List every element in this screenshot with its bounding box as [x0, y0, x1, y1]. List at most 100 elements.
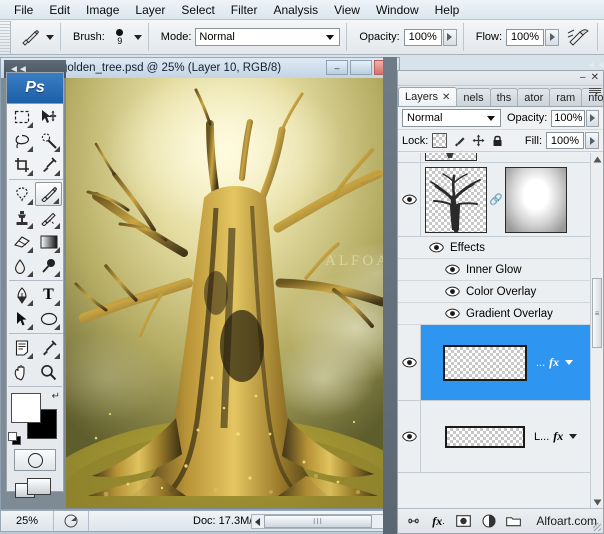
- horizontal-scroll-thumb[interactable]: III: [264, 515, 372, 528]
- add-layer-mask-icon[interactable]: [456, 514, 471, 529]
- airbrush-icon[interactable]: [565, 25, 591, 49]
- link-mask-icon[interactable]: 🔗: [491, 193, 501, 206]
- menu-item-image[interactable]: Image: [78, 1, 127, 19]
- history-brush-tool[interactable]: [35, 206, 62, 230]
- clone-stamp-tool[interactable]: [8, 206, 35, 230]
- table-row[interactable]: 🔗: [398, 163, 603, 237]
- tab-navigator[interactable]: ator: [517, 88, 550, 106]
- expand-effects-arrow[interactable]: [565, 360, 573, 365]
- zoom-level[interactable]: 25%: [1, 511, 54, 531]
- panel-opacity-input[interactable]: 100%: [551, 110, 585, 127]
- layer-name[interactable]: L...: [534, 431, 549, 443]
- adjustment-layer-icon[interactable]: [481, 514, 496, 529]
- flow-input[interactable]: 100%: [506, 29, 544, 46]
- effect-inner-glow-row[interactable]: Inner Glow: [398, 259, 603, 281]
- swap-colors-icon[interactable]: ↵: [52, 391, 60, 402]
- tab-histogram[interactable]: ram: [549, 88, 582, 106]
- close-icon[interactable]: ✕: [442, 92, 450, 103]
- brush-tool[interactable]: [35, 182, 62, 206]
- scroll-thumb[interactable]: ≡: [592, 278, 602, 348]
- menu-item-window[interactable]: Window: [368, 1, 427, 19]
- lock-position-icon[interactable]: [472, 134, 485, 147]
- quick-mask-icon[interactable]: [14, 449, 56, 471]
- menu-item-analysis[interactable]: Analysis: [265, 1, 326, 19]
- layer-fx-icon[interactable]: fx: [553, 429, 563, 444]
- dodge-tool[interactable]: [35, 254, 62, 278]
- panel-close-button[interactable]: ✕: [591, 73, 599, 83]
- layer-visibility-toggle[interactable]: [398, 194, 420, 205]
- notes-tool[interactable]: [8, 336, 35, 360]
- layer-blend-mode-select[interactable]: Normal: [402, 109, 501, 127]
- magic-wand-tool[interactable]: [35, 129, 62, 153]
- tab-paths[interactable]: ths: [490, 88, 519, 106]
- menu-item-layer[interactable]: Layer: [127, 1, 173, 19]
- default-colors-icon[interactable]: [8, 432, 19, 443]
- opacity-slider-button[interactable]: [443, 29, 457, 46]
- effect-gradient-overlay-row[interactable]: Gradient Overlay: [398, 303, 603, 325]
- menu-item-select[interactable]: Select: [173, 1, 222, 19]
- layer-fx-icon[interactable]: fx: [549, 355, 559, 370]
- opacity-input[interactable]: 100%: [404, 29, 442, 46]
- layer-mask-thumbnail[interactable]: [505, 167, 567, 233]
- layer-visibility-toggle[interactable]: [398, 325, 420, 400]
- menu-item-file[interactable]: File: [6, 1, 41, 19]
- scroll-down-arrow[interactable]: [591, 496, 604, 508]
- lock-image-icon[interactable]: [453, 134, 466, 147]
- link-layers-icon[interactable]: [406, 514, 421, 529]
- rectangular-marquee-tool[interactable]: [8, 105, 35, 129]
- panel-menu-icon[interactable]: [589, 88, 601, 93]
- panel-minimize-button[interactable]: –: [580, 73, 586, 83]
- foreground-color-swatch[interactable]: [11, 393, 41, 423]
- maximize-button[interactable]: [350, 60, 372, 75]
- effects-visibility-toggle[interactable]: [398, 242, 450, 253]
- layers-scrollbar[interactable]: ≡: [590, 153, 603, 508]
- layer-thumbnail[interactable]: [425, 153, 477, 161]
- lock-transparency-icon[interactable]: [432, 133, 447, 148]
- menu-item-filter[interactable]: Filter: [223, 1, 266, 19]
- minimize-button[interactable]: –: [326, 60, 348, 75]
- expand-effects-arrow[interactable]: [569, 434, 577, 439]
- healing-brush-tool[interactable]: [8, 182, 35, 206]
- fill-slider-button[interactable]: [585, 132, 599, 149]
- layer-thumbnail[interactable]: [443, 345, 527, 381]
- table-row[interactable]: ... fx: [398, 325, 603, 401]
- fill-input[interactable]: 100%: [546, 132, 584, 149]
- gradient-tool[interactable]: [35, 230, 62, 254]
- effect-visibility-toggle[interactable]: [398, 286, 466, 297]
- blur-tool[interactable]: [8, 254, 35, 278]
- brush-tool-icon[interactable]: [17, 25, 43, 49]
- table-row[interactable]: [398, 153, 603, 163]
- blend-mode-select[interactable]: Normal: [195, 28, 340, 46]
- brush-tool-dropdown-arrow[interactable]: [46, 35, 54, 40]
- flow-slider-button[interactable]: [545, 29, 559, 46]
- options-bar-grip[interactable]: [0, 21, 11, 54]
- layer-style-fx-icon[interactable]: fx .: [431, 514, 446, 529]
- tab-layers[interactable]: Layers ✕: [398, 87, 457, 106]
- path-selection-tool[interactable]: [8, 307, 35, 331]
- eyedropper-tool[interactable]: [35, 153, 62, 177]
- new-group-icon[interactable]: [506, 514, 521, 529]
- layer-thumbnail[interactable]: [445, 426, 525, 448]
- move-tool[interactable]: [35, 105, 62, 129]
- screen-mode-icon[interactable]: [15, 477, 55, 501]
- brush-preset-dropdown-arrow[interactable]: [134, 35, 142, 40]
- color-sampler-tool[interactable]: [35, 336, 62, 360]
- effect-visibility-toggle[interactable]: [398, 264, 466, 275]
- panel-resize-grip[interactable]: [593, 523, 601, 531]
- pen-tool[interactable]: [8, 283, 35, 307]
- scroll-up-arrow[interactable]: [591, 153, 603, 165]
- tab-channels[interactable]: nels: [456, 88, 490, 106]
- effect-color-overlay-row[interactable]: Color Overlay: [398, 281, 603, 303]
- eraser-tool[interactable]: [8, 230, 35, 254]
- lock-all-icon[interactable]: [491, 134, 504, 147]
- menu-item-view[interactable]: View: [326, 1, 368, 19]
- brush-preset-preview[interactable]: 9: [109, 29, 131, 46]
- layer-visibility-toggle[interactable]: [398, 431, 420, 442]
- layer-thumbnail[interactable]: [425, 167, 487, 233]
- menu-item-edit[interactable]: Edit: [41, 1, 78, 19]
- layer-effects-row[interactable]: Effects: [398, 237, 603, 259]
- menu-item-help[interactable]: Help: [427, 1, 468, 19]
- layer-name[interactable]: ...: [536, 357, 545, 369]
- panel-opacity-slider-button[interactable]: [586, 110, 599, 127]
- layer-list[interactable]: 🔗 Effects: [398, 153, 603, 508]
